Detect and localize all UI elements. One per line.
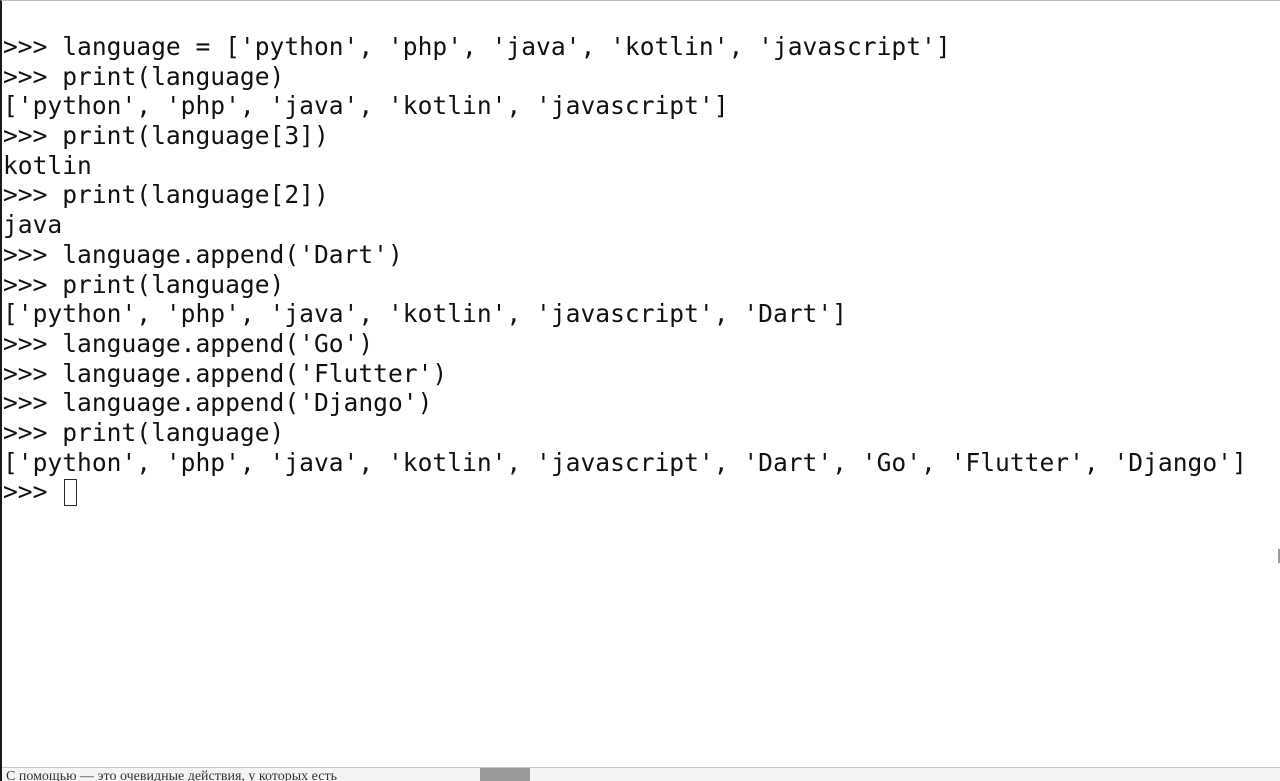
terminal-output[interactable]: >>> language = ['python', 'php', 'java',… xyxy=(3,32,1247,507)
terminal-line: kotlin xyxy=(3,150,92,180)
python-shell-window: >>> language = ['python', 'php', 'java',… xyxy=(0,0,1280,781)
terminal-line: java xyxy=(3,210,63,240)
terminal-line: >>> print(language[3]) xyxy=(3,121,329,151)
terminal-line: >>> language.append('Flutter') xyxy=(3,358,448,388)
terminal-line: ['python', 'php', 'java', 'kotlin', 'jav… xyxy=(3,447,1247,477)
terminal-line: >>> language.append('Go') xyxy=(3,328,374,358)
terminal-line: >>> print(language) xyxy=(3,269,285,299)
input-line[interactable]: >>> xyxy=(3,477,1247,507)
terminal-line: >>> language.append('Django') xyxy=(3,388,433,418)
terminal-line: >>> print(language) xyxy=(3,61,285,91)
prompt: >>> xyxy=(3,477,63,507)
terminal-line: >>> print(language[2]) xyxy=(3,180,329,210)
terminal-line: >>> language = ['python', 'php', 'java',… xyxy=(3,32,951,61)
terminal-line: ['python', 'php', 'java', 'kotlin', 'jav… xyxy=(3,91,729,121)
terminal-line: >>> print(language) xyxy=(3,417,285,447)
terminal-line: >>> language.append('Dart') xyxy=(3,239,403,269)
background-caption: С помощью — это очевидные действия, у ко… xyxy=(6,769,337,781)
background-block xyxy=(480,768,530,781)
text-cursor[interactable] xyxy=(64,479,78,507)
terminal-line: ['python', 'php', 'java', 'kotlin', 'jav… xyxy=(3,299,847,329)
background-document-strip: С помощью — это очевидные действия, у ко… xyxy=(2,767,1280,781)
